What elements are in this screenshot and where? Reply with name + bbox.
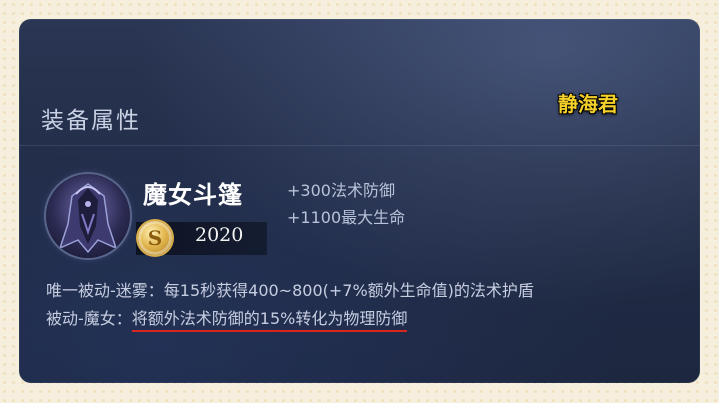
- equipment-attributes-panel: 装备属性 魔女斗篷 S 2020 +300法术防御 +1100最大生命 唯一被动…: [19, 19, 700, 383]
- panel-title: 装备属性: [41, 108, 141, 134]
- passive-label: 被动-魔女：: [46, 309, 132, 328]
- witch-cloak-icon: [46, 174, 130, 258]
- passive-label: 唯一被动-迷雾：: [46, 281, 164, 300]
- item-price: 2020: [195, 224, 244, 246]
- stat-magic-defense: +300法术防御: [287, 181, 395, 200]
- item-name: 魔女斗篷: [143, 181, 243, 209]
- gold-coin-icon: S: [138, 221, 172, 255]
- author-watermark: 静海君: [558, 92, 618, 116]
- header-divider: [19, 145, 700, 146]
- stat-max-health: +1100最大生命: [287, 208, 406, 227]
- passive-witch: 被动-魔女：将额外法术防御的15%转化为物理防御: [46, 305, 408, 332]
- decorative-frame: 装备属性 魔女斗篷 S 2020 +300法术防御 +1100最大生命 唯一被动…: [0, 0, 719, 403]
- passive-mist: 唯一被动-迷雾：每15秒获得400~800(+7%额外生命值)的法术护盾: [46, 277, 534, 301]
- passive-text-highlighted: 将额外法术防御的15%转化为物理防御: [131, 309, 408, 332]
- passive-text: 每15秒获得400~800(+7%额外生命值)的法术护盾: [163, 281, 534, 300]
